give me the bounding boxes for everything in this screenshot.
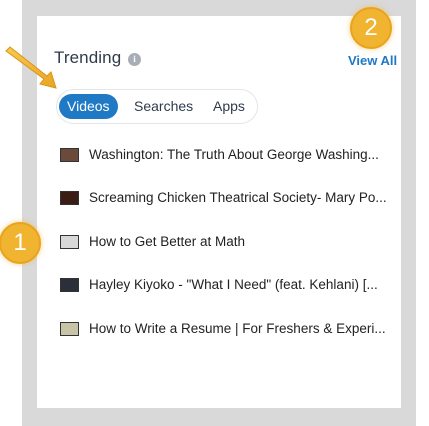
- view-all-link[interactable]: View All: [348, 53, 397, 68]
- list-item-title: Hayley Kiyoko - "What I Need" (feat. Keh…: [89, 277, 378, 292]
- list-item[interactable]: Washington: The Truth About George Washi…: [60, 141, 400, 171]
- tab-videos[interactable]: Videos: [59, 94, 118, 119]
- tab-bar: Videos Searches Apps: [56, 89, 258, 124]
- video-thumbnail: [60, 235, 79, 249]
- section-title: Trending: [54, 48, 122, 67]
- info-icon[interactable]: i: [128, 53, 141, 66]
- list-item-title: How to Write a Resume | For Freshers & E…: [89, 321, 386, 336]
- callout-badge-1: 1: [0, 222, 41, 264]
- video-thumbnail: [60, 278, 79, 292]
- tab-searches[interactable]: Searches: [126, 94, 201, 119]
- list-item[interactable]: How to Write a Resume | For Freshers & E…: [60, 315, 400, 345]
- video-thumbnail: [60, 191, 79, 205]
- tab-apps[interactable]: Apps: [205, 94, 253, 119]
- list-item[interactable]: Hayley Kiyoko - "What I Need" (feat. Keh…: [60, 271, 400, 301]
- list-item-title: How to Get Better at Math: [89, 234, 246, 249]
- callout-badge-2: 2: [350, 7, 392, 49]
- list-item[interactable]: How to Get Better at Math: [60, 228, 400, 258]
- list-item-title: Screaming Chicken Theatrical Society- Ma…: [89, 190, 387, 205]
- list-item[interactable]: Screaming Chicken Theatrical Society- Ma…: [60, 184, 400, 214]
- video-thumbnail: [60, 322, 79, 336]
- list-item-title: Washington: The Truth About George Washi…: [89, 147, 379, 162]
- video-thumbnail: [60, 148, 79, 162]
